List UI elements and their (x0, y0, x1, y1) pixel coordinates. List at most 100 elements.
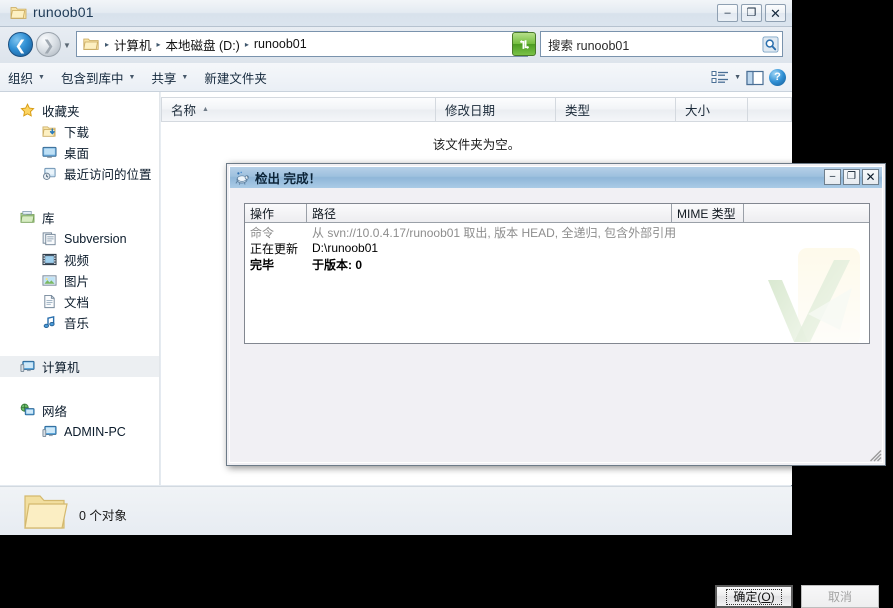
sidebar-item-pictures-label: 图片 (64, 275, 90, 289)
log-column-path-label: 路径 (312, 206, 337, 221)
sidebar-item-admin-pc[interactable]: ADMIN-PC (0, 421, 159, 442)
sidebar-group-network[interactable]: 网络 (0, 400, 159, 421)
sidebar-item-recent-places[interactable]: 最近访问的位置 (0, 163, 159, 184)
log-column-path[interactable]: 路径 (307, 204, 672, 223)
toolbar-organize[interactable]: 组织 ▼ (0, 66, 53, 89)
toolbar-right-group: ▼ ? (711, 63, 786, 92)
preview-pane-icon[interactable] (746, 70, 764, 86)
sidebar-item-pictures[interactable]: 图片 (0, 270, 159, 291)
column-header-spacer[interactable] (748, 97, 792, 122)
sidebar-item-desktop[interactable]: 桌面 (0, 142, 159, 163)
table-row[interactable]: 完毕 于版本: 0 (245, 256, 869, 272)
checkout-log-list[interactable]: 操作 路径 MIME 类型 命令 从 svn://10.0.4.17/runoo… (244, 203, 870, 344)
minimize-button[interactable]: – (717, 4, 738, 22)
sidebar-item-documents[interactable]: 文档 (0, 291, 159, 312)
column-header-date-modified[interactable]: 修改日期 (436, 97, 556, 122)
table-row[interactable]: 命令 从 svn://10.0.4.17/runoob01 取出, 版本 HEA… (245, 224, 869, 240)
sidebar-item-admin-pc-label: ADMIN-PC (64, 424, 126, 439)
breadcrumb-separator[interactable]: ▸ (245, 40, 249, 49)
column-header-type-label: 类型 (565, 104, 591, 118)
computer-icon (19, 359, 36, 375)
breadcrumb-item-computer[interactable]: 计算机 (113, 35, 153, 54)
sidebar-item-videos[interactable]: 视频 (0, 249, 159, 270)
sidebar-item-documents-label: 文档 (64, 296, 90, 310)
sidebar-item-subversion[interactable]: Subversion (0, 228, 159, 249)
file-list-header: 名称 ▲ 修改日期 类型 大小 (161, 97, 792, 122)
address-bar-strip: ❮ ❯ ▼ ▸ 计算机 ▸ 本地磁盘 (D:) ▸ runoob01 ▼ (0, 27, 792, 63)
search-input[interactable]: 搜索 runoob01 (548, 35, 629, 54)
table-row[interactable]: 正在更新 D:\runoob01 (245, 240, 869, 256)
navigation-pane[interactable]: 收藏夹 下载 桌面 最近访问的位置 库 Subversion 视频 图片 文档 … (0, 92, 160, 485)
sidebar-item-recent-places-label: 最近访问的位置 (64, 168, 152, 182)
log-column-mime-type[interactable]: MIME 类型 (672, 204, 744, 223)
sidebar-group-libraries-label: 库 (42, 212, 55, 226)
breadcrumb-item-runoob01[interactable]: runoob01 (253, 37, 308, 51)
ok-button-accesskey: O (761, 589, 771, 604)
forward-button[interactable]: ❯ (36, 32, 61, 57)
toolbar-include-in-library[interactable]: 包含到库中 ▼ (53, 66, 143, 89)
view-dropdown-icon[interactable]: ▼ (734, 74, 741, 81)
sidebar-group-network-label: 网络 (42, 405, 68, 419)
help-icon[interactable]: ? (769, 69, 786, 86)
sidebar-group-favorites[interactable]: 收藏夹 (0, 100, 159, 121)
ok-button[interactable]: 确定(O) (715, 585, 793, 608)
maximize-button[interactable]: ❐ (741, 4, 762, 22)
cancel-button-label: 取消 (827, 590, 852, 604)
empty-folder-message: 该文件夹为空。 (432, 138, 521, 152)
folder-icon (24, 495, 68, 529)
dialog-maximize-button[interactable]: ❐ (843, 169, 860, 185)
sidebar-item-desktop-label: 桌面 (64, 147, 90, 161)
music-icon (41, 315, 58, 331)
dialog-minimize-button[interactable]: – (824, 169, 841, 185)
log-row-action: 命令 (250, 225, 275, 240)
log-column-action[interactable]: 操作 (245, 204, 307, 223)
sidebar-group-libraries[interactable]: 库 (0, 207, 159, 228)
folder-icon (83, 38, 99, 50)
resize-grip-icon[interactable] (869, 449, 882, 462)
sidebar-item-downloads-label: 下载 (64, 126, 90, 140)
log-column-mime-type-label: MIME 类型 (677, 206, 736, 221)
refresh-button[interactable] (512, 32, 536, 56)
dialog-close-button[interactable]: ✕ (862, 169, 879, 185)
forward-arrow-icon: ❯ (42, 36, 55, 53)
column-header-type[interactable]: 类型 (556, 97, 676, 122)
back-button[interactable]: ❮ (8, 32, 33, 57)
column-header-size[interactable]: 大小 (676, 97, 748, 122)
sidebar-item-downloads[interactable]: 下载 (0, 121, 159, 142)
sidebar-item-music[interactable]: 音乐 (0, 312, 159, 333)
sidebar-item-subversion-label: Subversion (64, 231, 127, 246)
log-row-path: 于版本: 0 (312, 257, 363, 272)
documents-icon (41, 294, 58, 310)
address-bar[interactable]: ▸ 计算机 ▸ 本地磁盘 (D:) ▸ runoob01 ▼ (76, 31, 528, 57)
toolbar-include-in-library-label: 包含到库中 (60, 71, 124, 86)
library-icon (19, 210, 36, 226)
back-arrow-icon: ❮ (14, 36, 27, 53)
column-header-date-modified-label: 修改日期 (445, 104, 496, 118)
breadcrumb-separator[interactable]: ▸ (157, 40, 161, 49)
computer-icon (41, 424, 58, 440)
search-box[interactable]: 搜索 runoob01 (540, 31, 783, 57)
log-rows: 命令 从 svn://10.0.4.17/runoob01 取出, 版本 HEA… (245, 224, 869, 272)
explorer-window-controls: – ❐ ✕ (717, 4, 786, 22)
toolbar-new-folder[interactable]: 新建文件夹 (196, 66, 275, 89)
column-header-name[interactable]: 名称 ▲ (161, 97, 436, 122)
toolbar-share[interactable]: 共享 ▼ (143, 66, 196, 89)
checkout-finished-dialog: 检出 完成！ – ❐ ✕ 操作 路径 MIME 类型 命令 从 svn://10… (226, 163, 886, 608)
recent-pages-dropdown-icon[interactable]: ▼ (63, 41, 71, 50)
refresh-icon (519, 39, 529, 49)
breadcrumb-item-local-disk[interactable]: 本地磁盘 (D:) (165, 35, 241, 54)
breadcrumb-separator[interactable]: ▸ (105, 40, 109, 49)
search-icon[interactable] (758, 32, 782, 56)
pictures-icon (41, 273, 58, 289)
sidebar-divider (0, 184, 159, 197)
subversion-library-icon (41, 231, 58, 247)
column-header-size-label: 大小 (685, 104, 711, 118)
close-button[interactable]: ✕ (765, 4, 786, 22)
sidebar-item-computer[interactable]: 计算机 (0, 356, 159, 377)
explorer-toolbar: 组织 ▼ 包含到库中 ▼ 共享 ▼ 新建文件夹 ▼ ? (0, 63, 792, 92)
sidebar-item-music-label: 音乐 (64, 317, 90, 331)
log-column-action-label: 操作 (250, 206, 275, 221)
dialog-title-bar: 检出 完成！ – ❐ ✕ (230, 167, 882, 188)
change-view-icon[interactable] (711, 70, 729, 86)
log-column-spacer[interactable] (744, 204, 869, 223)
